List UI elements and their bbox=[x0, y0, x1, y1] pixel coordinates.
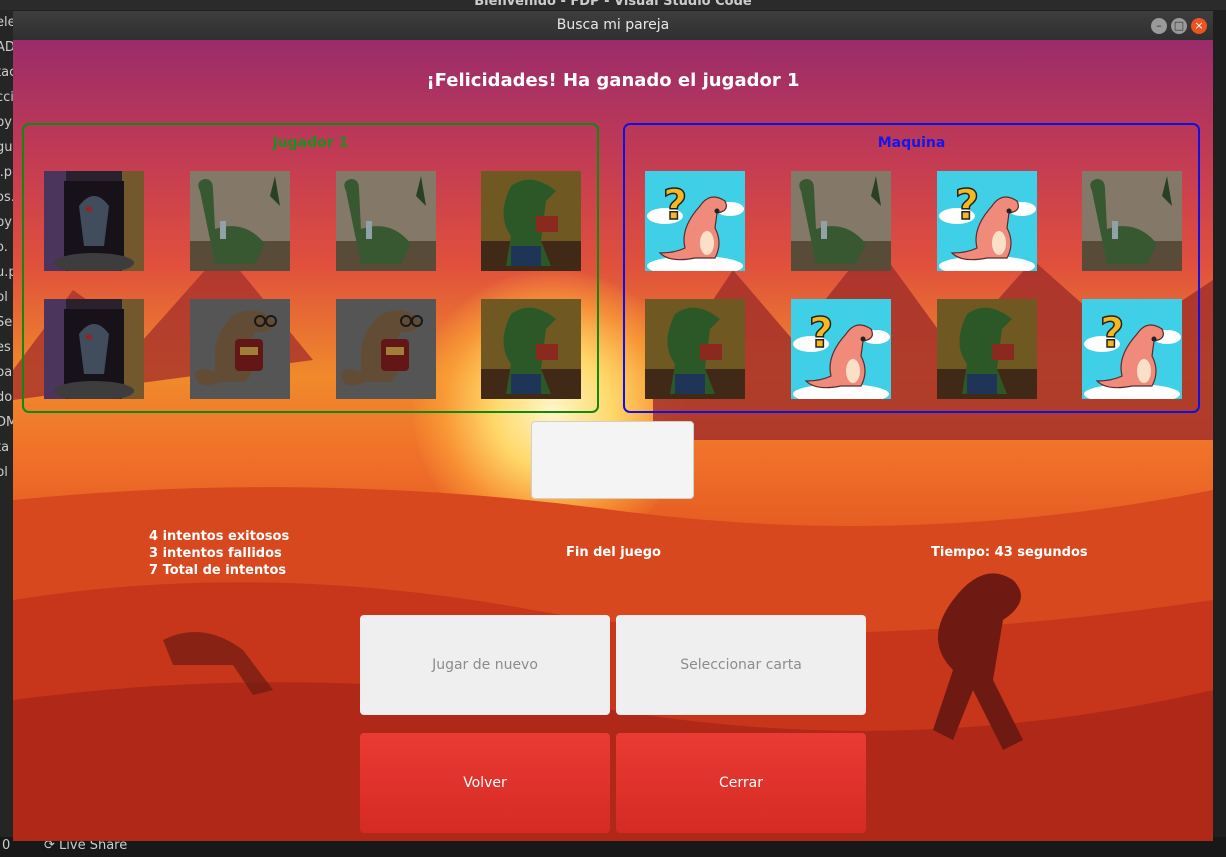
explorer-item-fragment[interactable]: py bbox=[0, 110, 13, 135]
question-dino-icon: ? bbox=[1082, 299, 1182, 399]
svg-text:?: ? bbox=[1100, 308, 1124, 357]
status-count[interactable]: 0 bbox=[2, 838, 10, 853]
explorer-item-fragment[interactable]: pl bbox=[0, 285, 13, 310]
explorer-item-fragment[interactable]: Se bbox=[0, 310, 13, 335]
explorer-item-fragment[interactable]: ta bbox=[0, 435, 13, 460]
winner-message: ¡Felicidades! Ha ganado el jugador 1 bbox=[426, 70, 800, 91]
selected-card-slot bbox=[531, 421, 694, 499]
explorer-item-fragment[interactable]: l.p bbox=[0, 160, 13, 185]
player1-card-nerd-dino[interactable] bbox=[190, 299, 290, 399]
explorer-item-fragment[interactable]: cci bbox=[0, 85, 13, 110]
bottle-dino-icon bbox=[190, 171, 290, 271]
question-dino-icon: ? bbox=[645, 171, 745, 271]
vscode-title: Bienvenido - FDP - Visual Studio Code bbox=[474, 0, 752, 9]
muscle-dino-icon bbox=[645, 299, 745, 399]
explorer-item-fragment[interactable]: u.p bbox=[0, 260, 13, 285]
player1-card-bottle-dino[interactable] bbox=[336, 171, 436, 271]
game-scene: ¡Felicidades! Ha ganado el jugador 1 Jug… bbox=[13, 40, 1213, 841]
explorer-item-fragment[interactable]: py bbox=[0, 210, 13, 235]
question-dino-icon: ? bbox=[791, 299, 891, 399]
machine-card-question-dino[interactable]: ? bbox=[645, 171, 745, 271]
play-again-button[interactable]: Jugar de nuevo bbox=[360, 615, 610, 715]
explorer-item-fragment[interactable]: DM bbox=[0, 410, 13, 435]
total-attempts: 7 Total de intentos bbox=[149, 563, 287, 578]
explorer-item-fragment[interactable]: do bbox=[0, 385, 13, 410]
attempt-stats: 4 intentos exitosos 3 intentos fallidos … bbox=[149, 528, 289, 579]
question-dino-icon: ? bbox=[937, 171, 1037, 271]
bottle-dino-icon bbox=[791, 171, 891, 271]
player1-card-bottle-dino[interactable] bbox=[190, 171, 290, 271]
nerd-dino-icon bbox=[190, 299, 290, 399]
game-timer: Tiempo: 43 segundos bbox=[931, 545, 1088, 560]
svg-text:?: ? bbox=[809, 308, 833, 357]
player1-card-muscle-dino[interactable] bbox=[481, 171, 581, 271]
machine-card-muscle-dino[interactable] bbox=[645, 299, 745, 399]
explorer-item-fragment[interactable]: es bbox=[0, 335, 13, 360]
muscle-dino-icon bbox=[937, 299, 1037, 399]
window-title: Busca mi pareja bbox=[556, 17, 670, 33]
machine-card-bottle-dino[interactable] bbox=[1082, 171, 1182, 271]
nerd-dino-icon bbox=[336, 299, 436, 399]
machine-board: Maquina ???? bbox=[623, 123, 1200, 413]
game-status: Fin del juego bbox=[566, 545, 661, 560]
game-window: Busca mi pareja – □ × ¡Felicidades! Ha g… bbox=[13, 11, 1213, 841]
muscle-dino-icon bbox=[481, 171, 581, 271]
close-button[interactable]: Cerrar bbox=[616, 733, 866, 833]
zombie-dino-icon bbox=[44, 171, 144, 271]
window-titlebar[interactable]: Busca mi pareja – □ × bbox=[13, 11, 1213, 40]
player1-card-muscle-dino[interactable] bbox=[481, 299, 581, 399]
select-card-button[interactable]: Seleccionar carta bbox=[616, 615, 866, 715]
player1-card-zombie-dino[interactable] bbox=[44, 299, 144, 399]
machine-card-bottle-dino[interactable] bbox=[791, 171, 891, 271]
maximize-icon[interactable]: □ bbox=[1171, 18, 1187, 34]
explorer-item-fragment[interactable]: o. bbox=[0, 235, 13, 260]
player1-board: Jugador 1 bbox=[22, 123, 599, 413]
machine-card-question-dino[interactable]: ? bbox=[791, 299, 891, 399]
bottle-dino-icon bbox=[336, 171, 436, 271]
vscode-explorer-edge: eleADtacccipygul.pos.pyo.u.pplSeespadoDM… bbox=[0, 10, 13, 840]
machine-card-question-dino[interactable]: ? bbox=[937, 171, 1037, 271]
explorer-item-fragment[interactable]: pl bbox=[0, 460, 13, 485]
failed-attempts: 3 intentos fallidos bbox=[149, 546, 282, 561]
machine-card-question-dino[interactable]: ? bbox=[1082, 299, 1182, 399]
minimize-icon[interactable]: – bbox=[1151, 18, 1167, 34]
explorer-item-fragment[interactable]: AD bbox=[0, 35, 13, 60]
muscle-dino-icon bbox=[481, 299, 581, 399]
successful-attempts: 4 intentos exitosos bbox=[149, 529, 290, 544]
vscode-editor-edge bbox=[1213, 10, 1226, 840]
explorer-item-fragment[interactable]: os. bbox=[0, 185, 13, 210]
back-button[interactable]: Volver bbox=[360, 733, 610, 833]
player1-card-nerd-dino[interactable] bbox=[336, 299, 436, 399]
explorer-item-fragment[interactable]: ele bbox=[0, 10, 13, 35]
explorer-item-fragment[interactable]: pa bbox=[0, 360, 13, 385]
close-window-icon[interactable]: × bbox=[1191, 18, 1207, 34]
zombie-dino-icon bbox=[44, 299, 144, 399]
explorer-item-fragment[interactable]: tac bbox=[0, 60, 13, 85]
bottle-dino-icon bbox=[1082, 171, 1182, 271]
vscode-titlebar: Bienvenido - FDP - Visual Studio Code bbox=[0, 0, 1226, 10]
explorer-item-fragment[interactable]: gu bbox=[0, 135, 13, 160]
machine-label: Maquina bbox=[877, 135, 946, 151]
svg-text:?: ? bbox=[955, 180, 979, 229]
player1-label: Jugador 1 bbox=[272, 135, 349, 151]
svg-text:?: ? bbox=[663, 180, 687, 229]
machine-card-muscle-dino[interactable] bbox=[937, 299, 1037, 399]
player1-card-zombie-dino[interactable] bbox=[44, 171, 144, 271]
